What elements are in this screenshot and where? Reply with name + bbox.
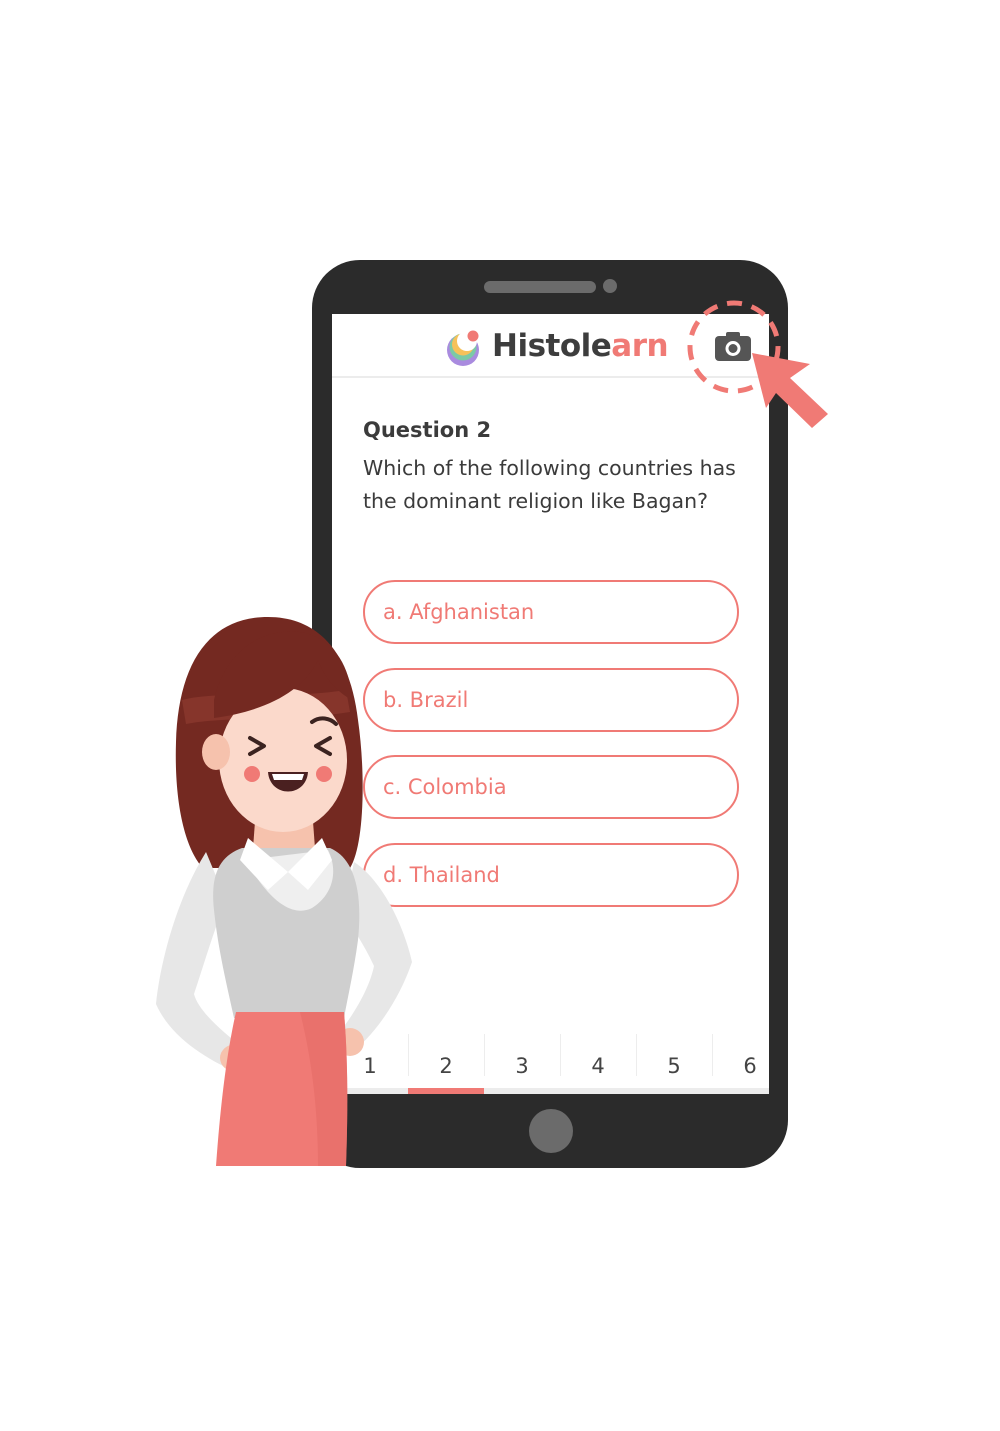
phone-speaker <box>484 281 596 293</box>
page-divider <box>408 1034 409 1076</box>
pager-track <box>332 1088 769 1094</box>
answer-option-a[interactable]: a. Afghanistan <box>363 580 739 644</box>
page-divider <box>560 1034 561 1076</box>
brand-name-main: Histole <box>492 328 612 364</box>
page-5[interactable]: 5 <box>636 1046 712 1086</box>
question-title: Question 2 <box>363 418 492 442</box>
brand-name: Histolearn <box>492 326 669 366</box>
page-3[interactable]: 3 <box>484 1046 560 1086</box>
phone-home-button[interactable] <box>529 1109 573 1153</box>
brand-name-accent: arn <box>611 328 669 364</box>
app-header: Histolearn <box>332 314 769 378</box>
camera-icon[interactable] <box>713 329 753 363</box>
page-divider <box>484 1034 485 1076</box>
page-4[interactable]: 4 <box>560 1046 636 1086</box>
page-divider <box>712 1034 713 1076</box>
histolearn-logo-icon <box>447 330 479 366</box>
page-1[interactable]: 1 <box>332 1046 408 1086</box>
answer-option-d[interactable]: d. Thailand <box>363 843 739 907</box>
page-divider <box>636 1034 637 1076</box>
current-page-indicator <box>408 1088 484 1094</box>
page-6[interactable]: 6 <box>712 1046 769 1086</box>
phone-front-camera <box>603 279 617 293</box>
question-pager: 1 2 3 4 5 6 <box>332 1034 769 1094</box>
answer-option-c[interactable]: c. Colombia <box>363 755 739 819</box>
answer-option-b[interactable]: b. Brazil <box>363 668 739 732</box>
question-text: Which of the following countries has the… <box>363 456 736 513</box>
app-screen: Histolearn Question 2 Which of the follo… <box>332 314 769 1094</box>
page-2[interactable]: 2 <box>408 1046 484 1086</box>
